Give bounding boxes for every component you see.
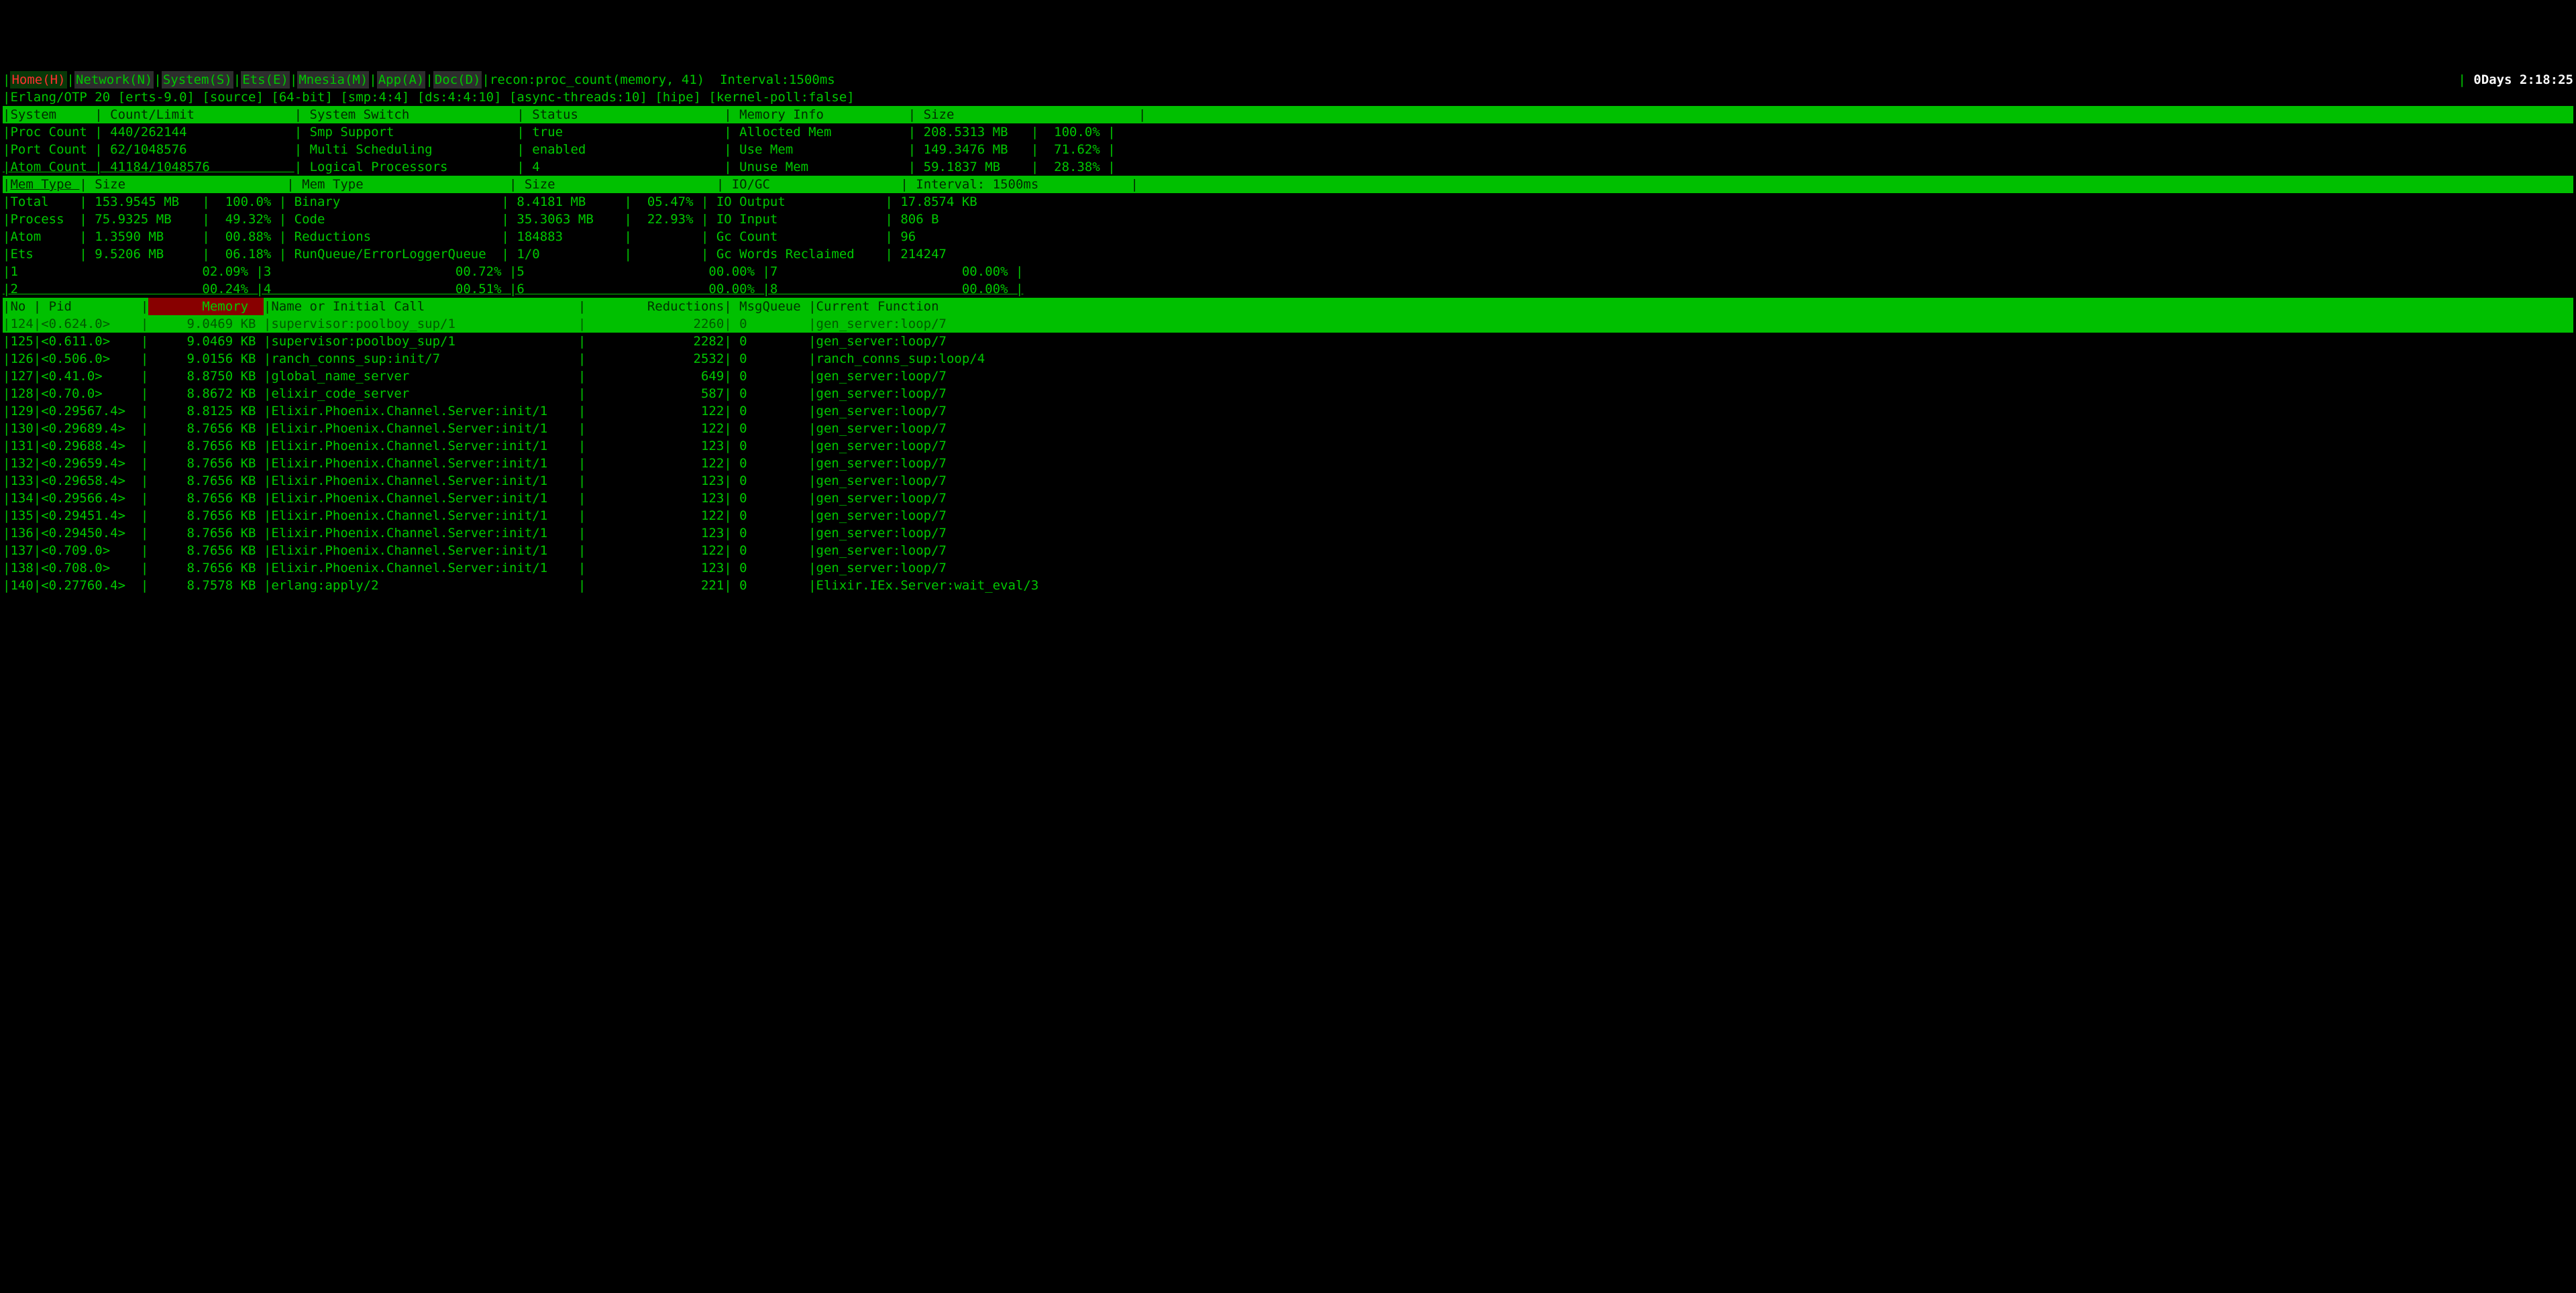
menu-doc[interactable]: Doc(D) (433, 71, 482, 89)
menu-bar: |Home(H)|Network(N)|System(S)|Ets(E)|Mne… (3, 71, 2573, 89)
sys-row: |Proc Count | 440/262144 | Smp Support |… (3, 123, 2573, 141)
sched-row: |2 00.24% |4 00.51% |6 00.00% |8 00.00% … (3, 280, 2573, 298)
proc-row-selected[interactable]: |124|<0.624.0> | 9.0469 KB |supervisor:p… (3, 315, 2573, 333)
proc-row[interactable]: |128|<0.70.0> | 8.8672 KB |elixir_code_s… (3, 385, 2573, 402)
proc-row[interactable]: |127|<0.41.0> | 8.8750 KB |global_name_s… (3, 368, 2573, 385)
mem-row: |Total | 153.9545 MB | 100.0% | Binary |… (3, 193, 2573, 211)
menu-ets[interactable]: Ets(E) (241, 71, 290, 89)
proc-row[interactable]: |137|<0.709.0> | 8.7656 KB |Elixir.Phoen… (3, 542, 2573, 559)
uptime: 0Days 2:18:25 (2473, 71, 2573, 89)
proc-row[interactable]: |131|<0.29688.4> | 8.7656 KB |Elixir.Pho… (3, 437, 2573, 455)
proc-row[interactable]: |129|<0.29567.4> | 8.8125 KB |Elixir.Pho… (3, 402, 2573, 420)
mem-header: |Mem Type | Size | Mem Type | Size | IO/… (3, 176, 2573, 193)
mem-row: |Atom | 1.3590 MB | 00.88% | Reductions … (3, 228, 2573, 245)
status-cmd: recon:proc_count(memory, 41) (490, 71, 704, 89)
proc-row[interactable]: |130|<0.29689.4> | 8.7656 KB |Elixir.Pho… (3, 420, 2573, 437)
version-line: |Erlang/OTP 20 [erts-9.0] [source] [64-b… (3, 89, 2573, 106)
proc-row[interactable]: |126|<0.506.0> | 9.0156 KB |ranch_conns_… (3, 350, 2573, 368)
proc-row[interactable]: |125|<0.611.0> | 9.0469 KB |supervisor:p… (3, 333, 2573, 350)
proc-row[interactable]: |132|<0.29659.4> | 8.7656 KB |Elixir.Pho… (3, 455, 2573, 472)
proc-header: |No | Pid | Memory |Name or Initial Call… (3, 298, 2573, 315)
proc-row[interactable]: |135|<0.29451.4> | 8.7656 KB |Elixir.Pho… (3, 507, 2573, 524)
menu-network[interactable]: Network(N) (74, 71, 154, 89)
menu-app[interactable]: App(A) (377, 71, 426, 89)
proc-row[interactable]: |138|<0.708.0> | 8.7656 KB |Elixir.Phoen… (3, 559, 2573, 577)
menu-home[interactable]: Home(H) (10, 71, 66, 89)
proc-row[interactable]: |140|<0.27760.4> | 8.7578 KB |erlang:app… (3, 577, 2573, 594)
sys-row: |Port Count | 62/1048576 | Multi Schedul… (3, 141, 2573, 158)
proc-row[interactable]: |134|<0.29566.4> | 8.7656 KB |Elixir.Pho… (3, 490, 2573, 507)
sys-header: |System | Count/Limit | System Switch | … (3, 106, 2573, 123)
sys-row: |Atom Count | 41184/1048576 | Logical Pr… (3, 158, 2573, 176)
mem-row: |Ets | 9.5206 MB | 06.18% | RunQueue/Err… (3, 245, 2573, 263)
interval-label: Interval:1500ms (720, 71, 835, 89)
menu-system[interactable]: System(S) (162, 71, 233, 89)
mem-row: |Process | 75.9325 MB | 49.32% | Code | … (3, 211, 2573, 228)
proc-row[interactable]: |133|<0.29658.4> | 8.7656 KB |Elixir.Pho… (3, 472, 2573, 490)
sort-column-memory[interactable]: Memory (148, 298, 264, 315)
menu-mnesia[interactable]: Mnesia(M) (297, 71, 369, 89)
sched-row: |1 02.09% |3 00.72% |5 00.00% |7 00.00% … (3, 263, 2573, 280)
proc-row[interactable]: |136|<0.29450.4> | 8.7656 KB |Elixir.Pho… (3, 524, 2573, 542)
